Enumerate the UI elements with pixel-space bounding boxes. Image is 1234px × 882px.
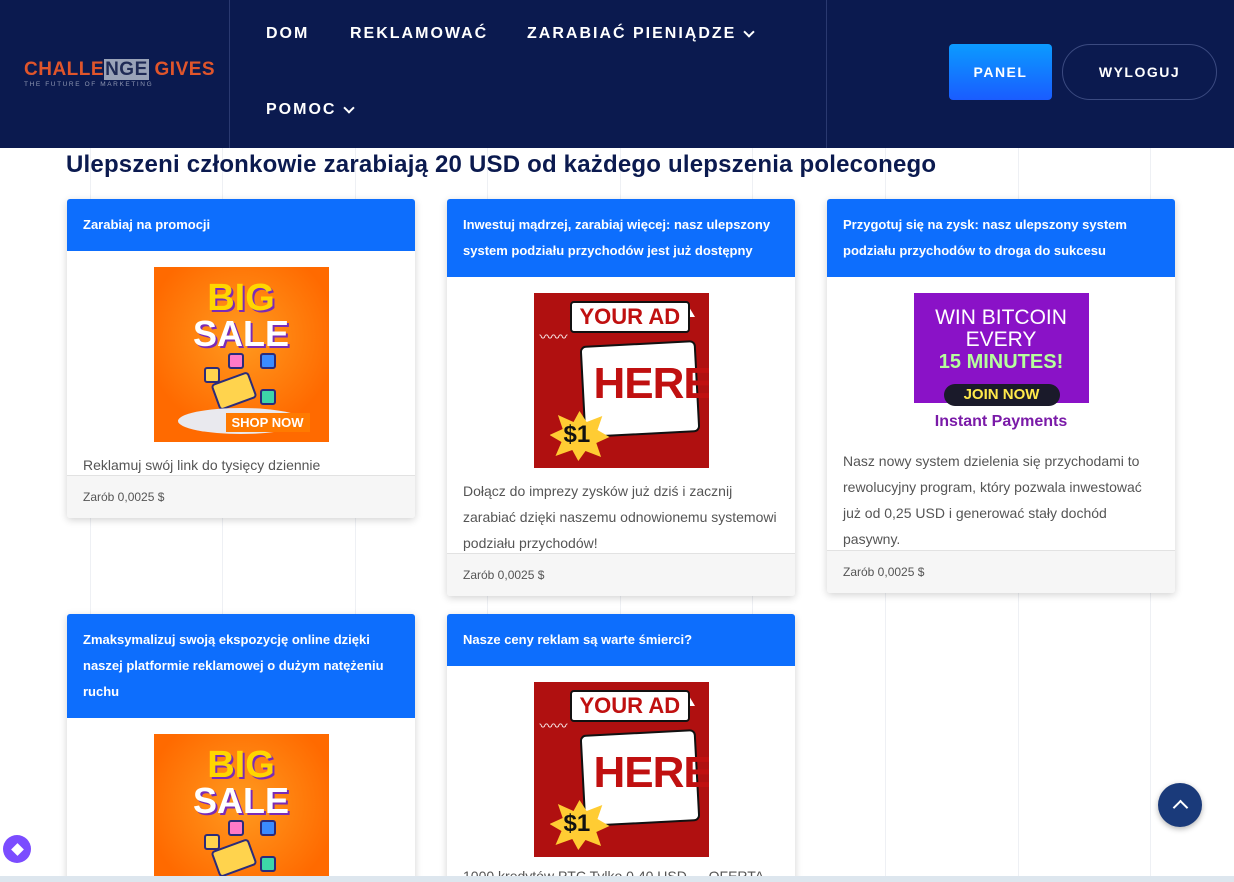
- ad-card[interactable]: Nasze ceny reklam są warte śmierci? 〰〰 Y…: [447, 614, 795, 882]
- brand-logo[interactable]: CHALLENGE GIVES THE FUTURE OF MARKETING: [24, 59, 216, 88]
- facebook-icon: [259, 353, 276, 369]
- camera-icon: [259, 389, 276, 405]
- wave-decoration: 〰〰: [539, 718, 568, 734]
- ad-card-description: Nasz nowy system dzielenia się przychoda…: [843, 453, 1142, 547]
- bottom-scrollbar[interactable]: [0, 876, 1234, 882]
- facebook-icon: [259, 820, 276, 836]
- nav-divider-right: [826, 0, 827, 148]
- ad-card-title: Nasze ceny reklam są warte śmierci?: [447, 614, 795, 666]
- arrow-up-icon: [1172, 799, 1188, 816]
- play-icon: [227, 820, 244, 836]
- logo-text-nge: NGE: [104, 59, 149, 80]
- ad-card-title: Zmaksymalizuj swoją ekspozycję online dz…: [67, 614, 415, 718]
- banner-join-now: JOIN NOW: [943, 384, 1060, 406]
- nav-home-label: DOM: [266, 25, 310, 42]
- banner-here: HERE: [593, 359, 709, 408]
- panel-button[interactable]: PANEL: [949, 44, 1052, 100]
- ad-card[interactable]: Zarabiaj na promocji BIG SALE SHOP NOW R…: [67, 199, 415, 518]
- wave-decoration: 〰〰: [539, 329, 568, 345]
- ad-card[interactable]: Przygotuj się na zysk: nasz ulepszony sy…: [827, 199, 1175, 593]
- logo-text-gives: GIVES: [154, 59, 216, 80]
- scroll-to-top-button[interactable]: [1158, 783, 1202, 827]
- banner-here: HERE: [593, 748, 709, 797]
- ad-card-title: Przygotuj się na zysk: nasz ulepszony sy…: [827, 199, 1175, 277]
- ad-card-reward: Zarób 0,0025 $: [447, 553, 795, 596]
- nav-help-label: POMOC: [266, 101, 337, 118]
- banner-your-ad: YOUR AD: [569, 690, 691, 722]
- banner-instant-payments: Instant Payments: [934, 413, 1068, 430]
- ad-card-title: Inwestuj mądrzej, zarabiaj więcej: nasz …: [447, 199, 795, 277]
- banner-your-ad: YOUR AD: [569, 301, 691, 333]
- camera-icon: [259, 856, 276, 872]
- diamond-icon: [10, 842, 24, 856]
- nav-home[interactable]: DOM: [266, 25, 309, 43]
- bitcoin-banner[interactable]: WIN BITCOIN EVERY 15 MINUTES! JOIN NOW I…: [913, 293, 1089, 438]
- banner-price: $1: [563, 810, 591, 837]
- floating-widget-button[interactable]: [3, 835, 31, 863]
- nav-advertise[interactable]: REKLAMOWAĆ: [350, 25, 488, 43]
- banner-price: $1: [563, 421, 591, 448]
- your-ad-here-banner[interactable]: 〰〰 YOUR AD HERE $1: [533, 293, 709, 468]
- document-icon: [203, 367, 220, 383]
- big-sale-banner[interactable]: BIG SALE: [153, 734, 329, 882]
- logo-text-challe: CHALLE: [24, 59, 105, 80]
- your-ad-here-banner[interactable]: 〰〰 YOUR AD HERE $1: [533, 682, 709, 857]
- site-header: CHALLENGE GIVES THE FUTURE OF MARKETING …: [0, 0, 1234, 148]
- nav-divider-left: [229, 0, 230, 148]
- banner-every: EVERY: [965, 328, 1037, 351]
- big-sale-banner[interactable]: BIG SALE SHOP NOW: [153, 267, 329, 442]
- page-title: Ulepszeni członkowie zarabiają 20 USD od…: [66, 151, 937, 178]
- nav-earn-dropdown[interactable]: ZARABIAĆ PIENIĄDZE: [527, 25, 756, 43]
- nav-earn-label: ZARABIAĆ PIENIĄDZE: [527, 25, 737, 42]
- banner-sale-text: SALE: [192, 780, 289, 821]
- logo-tagline: THE FUTURE OF MARKETING: [24, 81, 154, 88]
- logout-button[interactable]: WYLOGUJ: [1062, 44, 1217, 100]
- ad-card[interactable]: Zmaksymalizuj swoją ekspozycję online dz…: [67, 614, 415, 882]
- banner-win-bitcoin: WIN BITCOIN: [935, 306, 1067, 329]
- nav-advertise-label: REKLAMOWAĆ: [350, 25, 489, 42]
- ad-card[interactable]: Inwestuj mądrzej, zarabiaj więcej: nasz …: [447, 199, 795, 596]
- chevron-down-icon: [743, 25, 756, 38]
- banner-sale-text: SALE: [192, 313, 289, 354]
- ad-card-title: Zarabiaj na promocji: [67, 199, 415, 251]
- chevron-down-icon: [343, 101, 356, 114]
- ad-card-reward: Zarób 0,0025 $: [67, 475, 415, 518]
- nav-help-dropdown[interactable]: POMOC: [266, 101, 356, 119]
- banner-shop-now: SHOP NOW: [225, 413, 310, 432]
- document-icon: [203, 834, 220, 850]
- ad-card-reward: Zarób 0,0025 $: [827, 550, 1175, 593]
- banner-15-minutes: 15 MINUTES!: [938, 351, 1064, 373]
- play-icon: [227, 353, 244, 369]
